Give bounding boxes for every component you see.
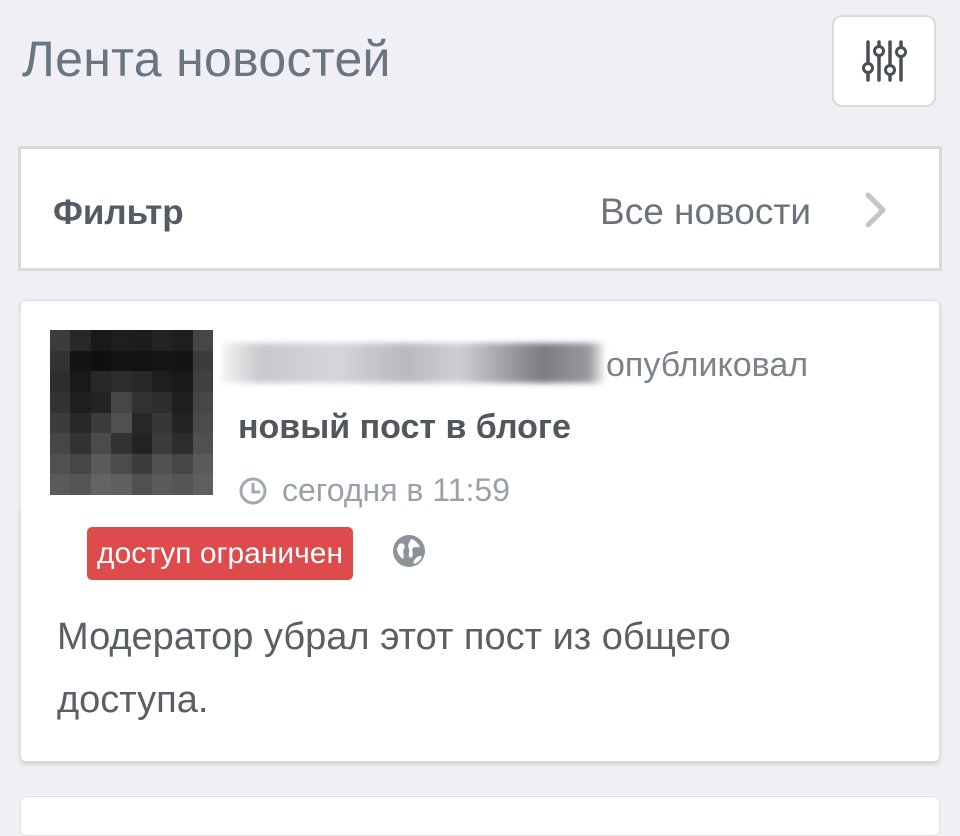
filter-row[interactable]: Фильтр Все новости (18, 146, 942, 271)
post-timestamp: сегодня в 11:59 (238, 472, 510, 509)
feed-settings-button[interactable] (832, 15, 936, 107)
timestamp-text: сегодня в 11:59 (282, 472, 511, 508)
avatar-glow (14, 312, 36, 510)
post-action-text: опубликовал (606, 346, 809, 384)
post-message: Модератор убрал этот пост из общего дост… (57, 616, 731, 721)
page-title: Лента новостей (22, 31, 391, 87)
badge-text: доступ ограничен (97, 536, 344, 570)
author-name-blurred[interactable] (222, 343, 604, 383)
globe-icon (393, 535, 425, 567)
filter-value: Все новости (600, 191, 811, 232)
post-object-link[interactable]: новый пост в блоге (238, 408, 571, 447)
avatar[interactable] (50, 330, 213, 495)
news-card-next[interactable] (20, 796, 940, 836)
sliders-icon (862, 40, 907, 82)
chevron-right-icon (865, 192, 886, 228)
clock-icon (239, 477, 267, 504)
filter-label: Фильтр (53, 193, 184, 232)
restricted-access-badge: доступ ограничен (87, 527, 354, 580)
